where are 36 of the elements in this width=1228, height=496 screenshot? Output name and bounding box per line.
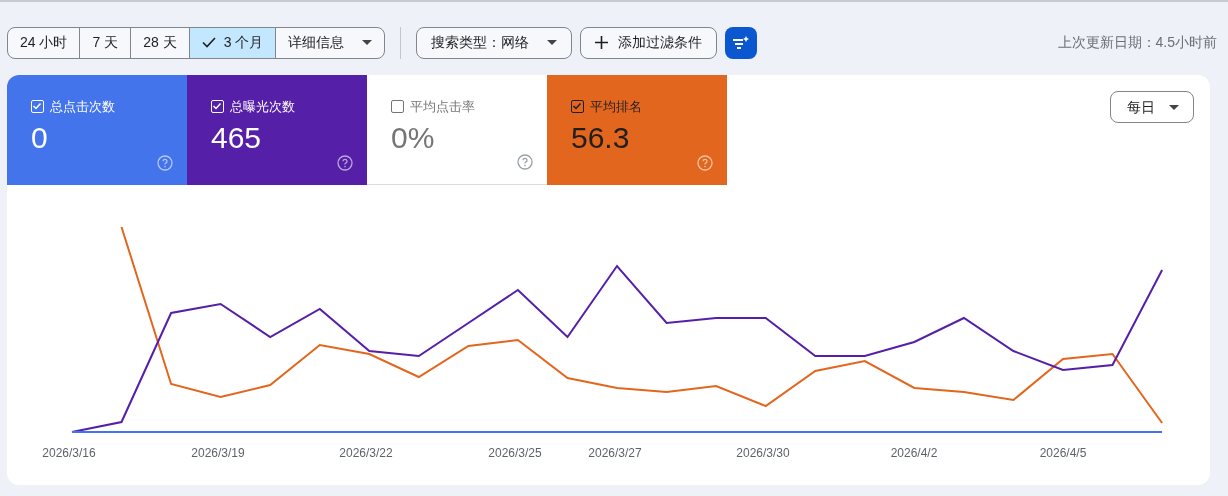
metric-tile[interactable]: 平均排名 56.3 [547,75,727,185]
last-updated-text: 上次更新日期：4.5小时前 [1057,33,1218,52]
filter-button[interactable] [725,26,758,59]
range-tab[interactable]: 3 个月 [189,27,277,58]
help-icon[interactable] [517,154,533,170]
metric-value: 465 [211,120,263,154]
range-tab[interactable]: 28 天 [131,27,190,58]
x-axis-label: 2026/3/25 [488,446,542,460]
metric-label: 平均排名 [590,98,642,116]
details-dropdown[interactable]: 详细信息 [276,27,385,58]
range-tab[interactable]: 7 天 [80,27,132,58]
checkbox[interactable] [391,100,404,114]
x-axis-label: 2026/3/30 [736,446,790,460]
search-type-dropdown[interactable]: 搜索类型：网络 [416,26,573,59]
metric-value: 0% [391,120,436,154]
caret-icon [362,40,373,45]
add-filter-button[interactable]: 添加过滤条件 [580,26,718,59]
x-axis-label: 2026/4/5 [1039,446,1087,460]
caret-icon [547,40,558,45]
x-axis-label: 2026/3/19 [191,446,245,460]
x-axis-label: 2026/3/22 [339,446,393,460]
metric-label: 总曝光次数 [230,98,295,116]
check-icon [201,37,216,48]
metric-value: 56.3 [571,120,631,154]
metric-value: 0 [31,120,49,154]
checkbox[interactable] [571,100,584,114]
x-axis-label: 2026/4/2 [890,446,938,460]
x-axis-label: 2026/3/16 [42,446,96,460]
plus-icon [595,36,609,49]
filter-sparkle-icon [732,34,751,51]
caret-icon [1169,104,1179,110]
range-tab[interactable]: 24 小时 [8,27,81,58]
metric-label: 总点击次数 [50,98,115,116]
metric-label: 平均点击率 [410,98,475,116]
granularity-dropdown[interactable]: 每日 [1110,91,1194,123]
x-axis-label: 2026/3/27 [588,446,642,460]
